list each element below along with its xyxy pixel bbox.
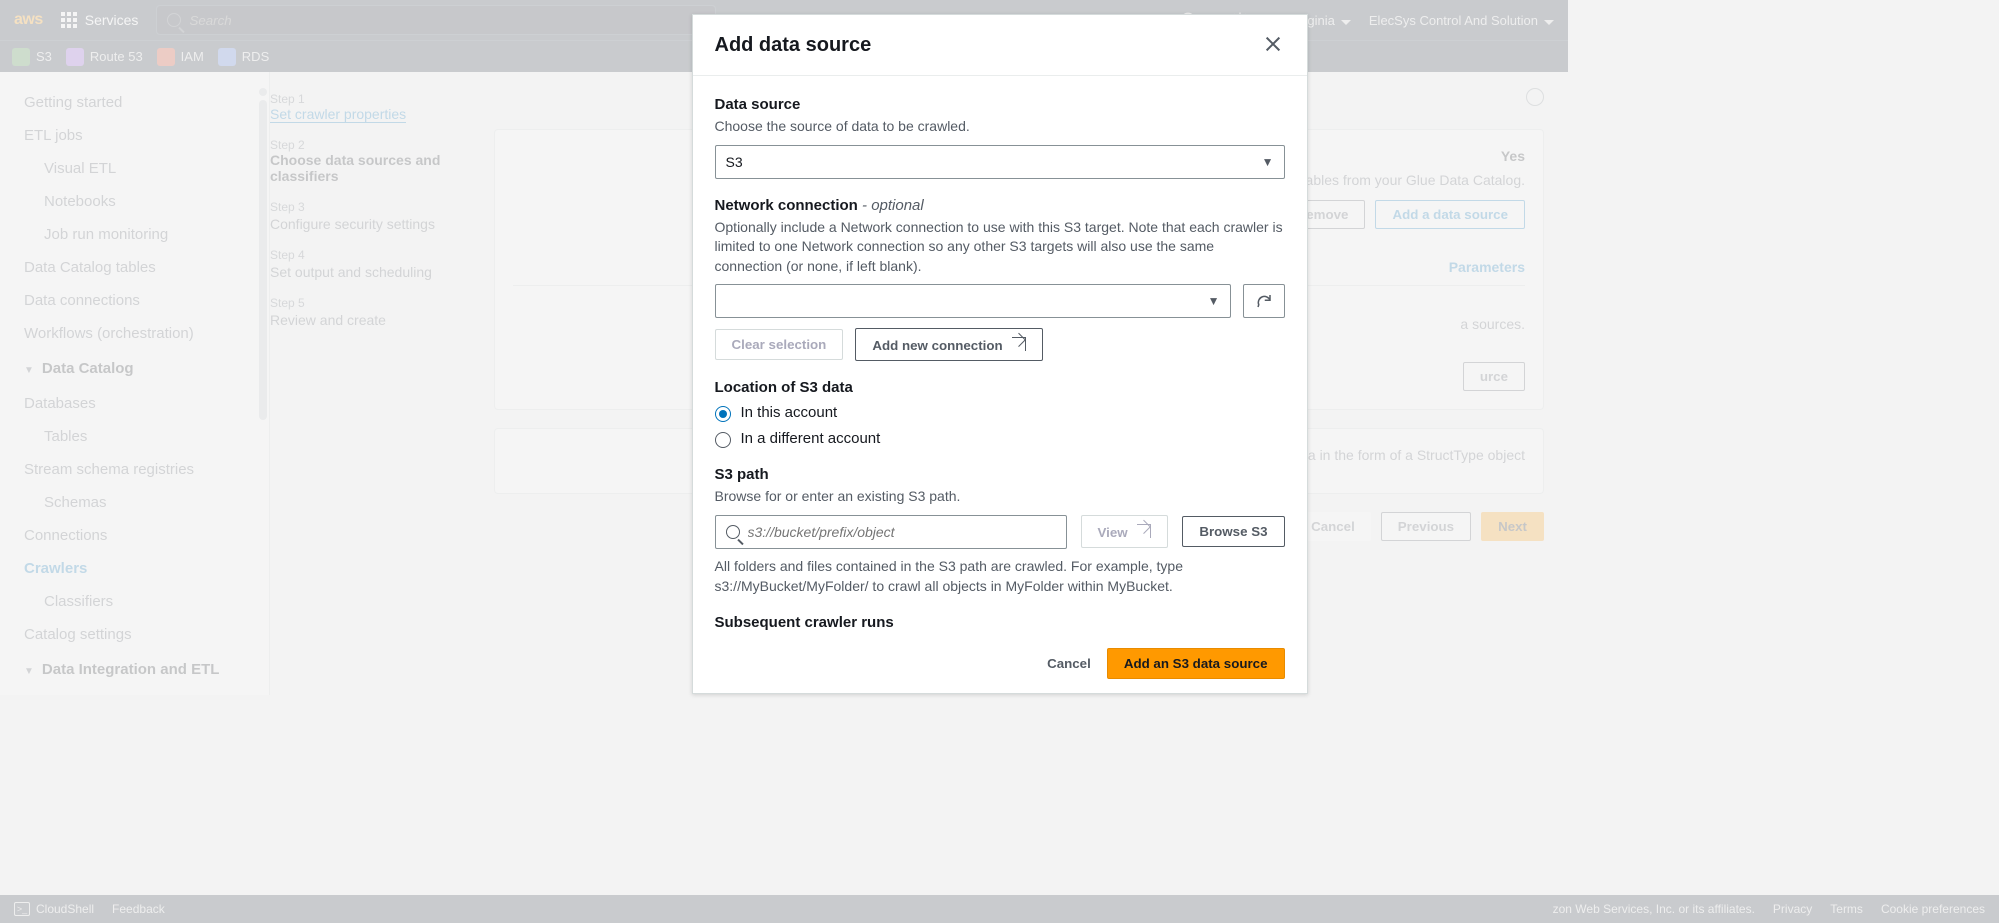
- radio-icon: [715, 406, 731, 422]
- s3-path-note: All folders and files contained in the S…: [715, 557, 1285, 596]
- modal-cancel-button[interactable]: Cancel: [1043, 648, 1095, 679]
- external-link-icon: [1012, 337, 1026, 351]
- label-text: Network connection: [715, 197, 858, 214]
- s3-path-help: Browse for or enter an existing S3 path.: [715, 487, 1285, 507]
- close-icon[interactable]: [1261, 33, 1285, 57]
- optional-text: - optional: [858, 197, 924, 214]
- network-label: Network connection - optional: [715, 197, 1285, 214]
- modal-body: Data source Choose the source of data to…: [693, 76, 1307, 633]
- s3-path-input[interactable]: [748, 524, 1056, 540]
- btn-label: View: [1098, 525, 1128, 540]
- modal-header: Add data source: [693, 15, 1307, 76]
- chevron-down-icon: ▼: [1262, 155, 1274, 169]
- add-connection-button[interactable]: Add new connection: [855, 328, 1043, 361]
- location-label: Location of S3 data: [715, 379, 1285, 396]
- data-source-label: Data source: [715, 96, 1285, 113]
- subsequent-runs-label: Subsequent crawler runs: [715, 614, 1285, 631]
- chevron-down-icon: ▼: [1208, 294, 1220, 308]
- data-source-help: Choose the source of data to be crawled.: [715, 117, 1285, 137]
- network-connection-select[interactable]: ▼: [715, 284, 1231, 318]
- modal-add-button[interactable]: Add an S3 data source: [1107, 648, 1285, 679]
- radio-label: In this account: [741, 404, 838, 421]
- radio-icon: [715, 432, 731, 448]
- radio-this-account[interactable]: In this account: [715, 404, 1285, 422]
- modal-footer: Cancel Add an S3 data source: [693, 633, 1307, 693]
- network-help: Optionally include a Network connection …: [715, 218, 1285, 277]
- external-link-icon: [1137, 524, 1151, 538]
- add-data-source-modal: Add data source Data source Choose the s…: [692, 14, 1308, 694]
- refresh-button[interactable]: [1243, 284, 1285, 318]
- select-value: S3: [726, 154, 743, 170]
- s3-path-label: S3 path: [715, 466, 1285, 483]
- refresh-icon: [1255, 292, 1273, 310]
- modal-overlay: Add data source Data source Choose the s…: [0, 0, 1999, 923]
- s3-path-input-wrap[interactable]: [715, 515, 1067, 549]
- search-icon: [726, 525, 740, 539]
- radio-different-account[interactable]: In a different account: [715, 430, 1285, 448]
- data-source-select[interactable]: S3 ▼: [715, 145, 1285, 179]
- clear-selection-button: Clear selection: [715, 329, 844, 360]
- view-button: View: [1081, 515, 1169, 548]
- modal-title: Add data source: [715, 34, 872, 57]
- btn-label: Add new connection: [872, 338, 1002, 353]
- browse-s3-button[interactable]: Browse S3: [1182, 516, 1284, 547]
- radio-label: In a different account: [741, 430, 881, 447]
